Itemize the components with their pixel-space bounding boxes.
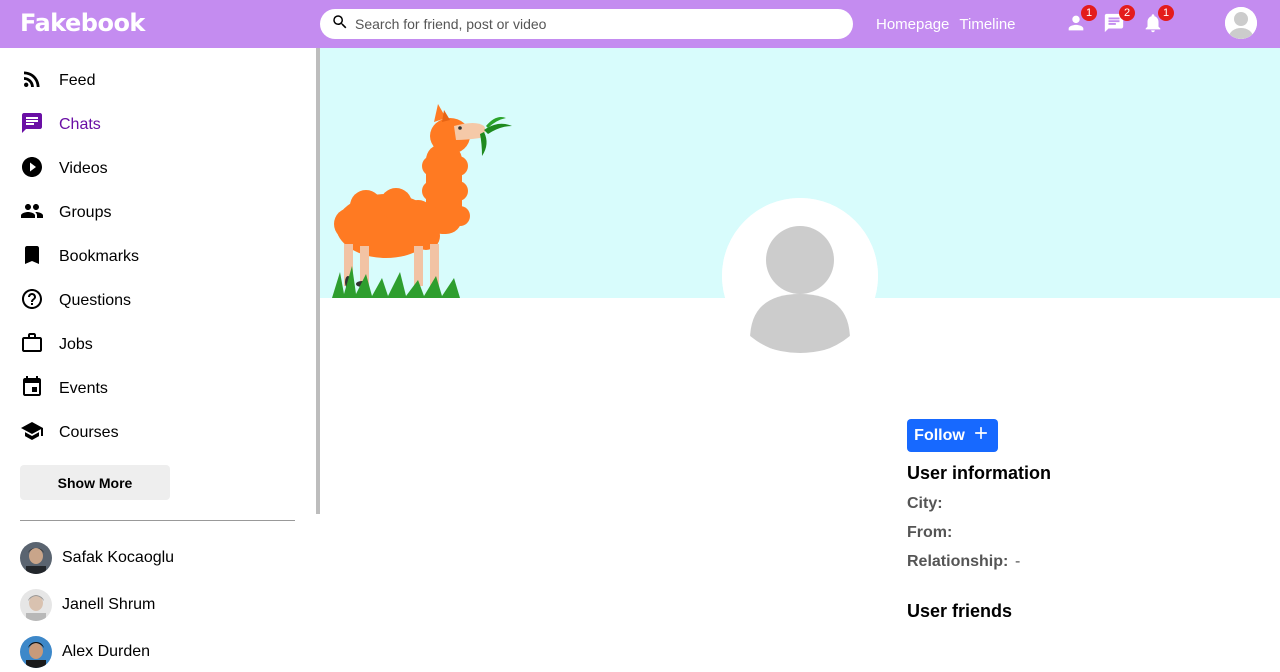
- briefcase-icon: [20, 331, 44, 360]
- top-nav-links: Homepage Timeline: [876, 16, 1016, 33]
- group-icon: [20, 199, 44, 228]
- bell-icon: [1142, 14, 1164, 38]
- friend-name: Janell Shrum: [62, 596, 156, 613]
- sidebar-item-label: Bookmarks: [59, 248, 140, 265]
- sidebar-item-label: Jobs: [59, 336, 93, 353]
- sidebar-item-label: Groups: [59, 204, 112, 221]
- sidebar-item-events[interactable]: Events: [20, 375, 108, 403]
- friend-name: Alex Durden: [62, 643, 151, 660]
- sidebar-item-videos[interactable]: Videos: [20, 155, 108, 183]
- friend-avatar: [20, 542, 52, 574]
- info-row-from: From:: [907, 524, 952, 542]
- friend-list-item[interactable]: Safak Kocaoglu: [20, 542, 174, 574]
- info-row-city: City:: [907, 495, 943, 513]
- messages-badge: 2: [1119, 5, 1135, 21]
- chat-icon: [1103, 13, 1125, 38]
- person-icon: [1065, 15, 1087, 38]
- sidebar-item-bookmarks[interactable]: Bookmarks: [20, 243, 139, 271]
- profile-picture[interactable]: [722, 198, 878, 354]
- notifications-button[interactable]: 1: [1142, 5, 1174, 38]
- search-input[interactable]: [355, 16, 835, 32]
- sidebar-item-label: Courses: [59, 424, 119, 441]
- relationship-label: Relationship:: [907, 553, 1009, 570]
- follow-button[interactable]: Follow: [907, 419, 998, 452]
- top-bar: Fakebook Homepage Timeline 1 2 1: [0, 0, 1280, 48]
- play-circle-icon: [20, 155, 44, 184]
- friend-avatar: [20, 589, 52, 621]
- friend-requests-button[interactable]: 1: [1065, 5, 1097, 38]
- school-icon: [20, 419, 44, 448]
- info-row-relationship: Relationship: -: [907, 553, 1020, 571]
- help-circle-icon: [20, 287, 44, 316]
- sidebar-item-label: Events: [59, 380, 108, 397]
- user-info-title: User information: [907, 463, 1052, 483]
- search-bar: [320, 9, 853, 39]
- chat-icon: [20, 111, 44, 140]
- show-more-button[interactable]: Show More: [20, 465, 170, 500]
- calendar-icon: [20, 375, 44, 404]
- sidebar-item-feed[interactable]: Feed: [20, 67, 95, 95]
- city-label: City:: [907, 495, 943, 512]
- sidebar-item-label: Feed: [59, 72, 96, 89]
- homepage-link[interactable]: Homepage: [876, 16, 949, 33]
- sidebar-item-questions[interactable]: Questions: [20, 287, 131, 315]
- sidebar-item-label: Videos: [59, 160, 108, 177]
- sidebar-item-label: Chats: [59, 116, 101, 133]
- left-sidebar: Feed Chats Videos Groups Bookmarks Quest…: [0, 48, 316, 672]
- friend-requests-badge: 1: [1081, 5, 1097, 21]
- sidebar-item-groups[interactable]: Groups: [20, 199, 111, 227]
- timeline-link[interactable]: Timeline: [959, 16, 1015, 33]
- sidebar-item-chats[interactable]: Chats: [20, 111, 101, 139]
- messages-button[interactable]: 2: [1103, 5, 1135, 38]
- llama-illustration: [332, 104, 512, 298]
- sidebar-item-jobs[interactable]: Jobs: [20, 331, 93, 359]
- friend-list-item[interactable]: Alex Durden: [20, 636, 150, 668]
- sidebar-divider: [20, 520, 295, 521]
- rss-feed-icon: [20, 67, 44, 96]
- friend-list-item[interactable]: Janell Shrum: [20, 589, 155, 621]
- bookmark-icon: [20, 243, 44, 272]
- sidebar-item-label: Questions: [59, 292, 132, 309]
- friend-name: Safak Kocaoglu: [62, 549, 175, 566]
- relationship-value: -: [1015, 553, 1021, 570]
- app-logo[interactable]: Fakebook: [20, 9, 145, 37]
- friend-avatar: [20, 636, 52, 668]
- user-avatar[interactable]: [1225, 7, 1257, 39]
- plus-icon: [971, 423, 991, 448]
- user-friends-title: User friends: [907, 601, 1013, 621]
- from-label: From:: [907, 524, 953, 541]
- sidebar-item-courses[interactable]: Courses: [20, 419, 119, 447]
- notifications-badge: 1: [1158, 5, 1174, 21]
- search-icon: [331, 13, 349, 36]
- follow-label: Follow: [914, 426, 965, 444]
